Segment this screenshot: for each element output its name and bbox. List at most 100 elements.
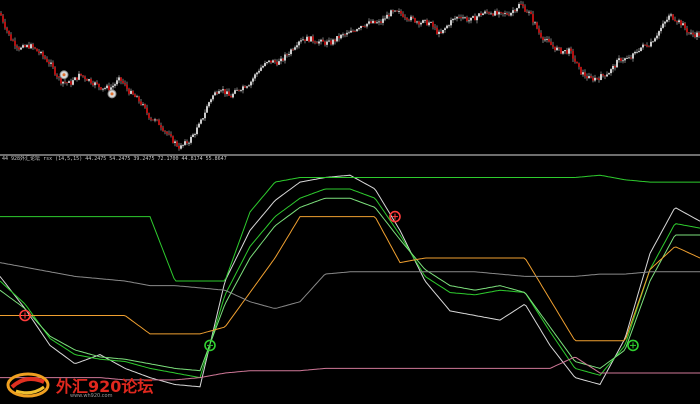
indicator-caption: 44 928外汇论坛 rsx (14,5,15) 44.2475 54.2475… — [2, 156, 227, 162]
candle-body — [120, 77, 122, 81]
candle-body — [134, 94, 136, 98]
candle-body — [524, 6, 526, 12]
candle-body — [236, 89, 238, 91]
candle-body — [624, 58, 626, 61]
candle-body — [658, 31, 660, 36]
candle-body — [304, 39, 306, 41]
candle-body — [234, 90, 236, 94]
candle-body — [0, 12, 2, 16]
candle-body — [442, 29, 444, 34]
candle-body — [414, 18, 416, 23]
candle-body — [82, 75, 84, 77]
candle-body — [52, 62, 54, 68]
candle-body — [528, 11, 530, 13]
candle-body — [170, 134, 172, 137]
candle-body — [496, 10, 498, 15]
candle-body — [164, 130, 166, 132]
candle-body — [618, 58, 620, 61]
candle-body — [590, 76, 592, 78]
candle-body — [256, 72, 258, 75]
candle-body — [72, 80, 74, 85]
candle-body — [78, 73, 80, 80]
candle-body — [584, 72, 586, 77]
candle-body — [640, 47, 642, 51]
candle-body — [652, 41, 654, 43]
candle-body — [186, 141, 188, 144]
candle-body — [680, 20, 682, 26]
candle-body — [96, 82, 98, 84]
candle-body — [260, 67, 262, 71]
candle-body — [646, 45, 648, 47]
candle-body — [688, 32, 690, 34]
candle-body — [352, 30, 354, 32]
candle-body — [408, 19, 410, 21]
candle-body — [198, 123, 200, 128]
candle-body — [382, 18, 384, 23]
indicator-line-5 — [0, 262, 700, 309]
candle-body — [210, 99, 212, 103]
candle-body — [58, 76, 60, 78]
candle-body — [666, 19, 668, 22]
candle-body — [144, 104, 146, 108]
candle-body — [508, 14, 510, 16]
candle-body — [516, 8, 518, 12]
candle-body — [562, 51, 564, 54]
candle-body — [560, 47, 562, 54]
candle-body — [280, 58, 282, 62]
candle-body — [76, 77, 78, 80]
candle-body — [370, 21, 372, 24]
candle-body — [34, 47, 36, 49]
candle-body — [88, 79, 90, 81]
candle-body — [278, 61, 280, 65]
candle-body — [512, 10, 514, 13]
candle-body — [432, 21, 434, 27]
candle-body — [292, 49, 294, 51]
candle-body — [674, 19, 676, 22]
candle-body — [366, 23, 368, 27]
candle-body — [622, 60, 624, 62]
candle-body — [132, 90, 134, 95]
candle-body — [476, 16, 478, 21]
candle-body — [650, 41, 652, 47]
candle-body — [656, 35, 658, 39]
candle-body — [100, 87, 102, 90]
candle-body — [316, 42, 318, 44]
candle-body — [416, 21, 418, 23]
candle-body — [424, 19, 426, 21]
candle-body — [296, 45, 298, 48]
candle-body — [136, 96, 138, 98]
candle-body — [686, 28, 688, 33]
candle-body — [474, 16, 476, 21]
candle-body — [558, 47, 560, 49]
candle-body — [610, 69, 612, 74]
candle-body — [204, 112, 206, 119]
candle-body — [458, 16, 460, 18]
candle-body — [600, 74, 602, 80]
candle-body — [190, 136, 192, 143]
candle-body — [240, 90, 242, 91]
candle-body — [460, 17, 462, 19]
candle-body — [394, 10, 396, 12]
candle-body — [218, 91, 220, 94]
candle-body — [578, 63, 580, 67]
candle-body — [598, 78, 600, 80]
candle-body — [36, 48, 38, 52]
candle-body — [572, 50, 574, 59]
candle-body — [450, 20, 452, 26]
candle-body — [154, 119, 156, 121]
candle-body — [690, 32, 692, 34]
candle-body — [468, 20, 470, 22]
candle-body — [662, 23, 664, 28]
candle-body — [66, 82, 68, 84]
candle-body — [126, 84, 128, 89]
candle-body — [358, 27, 360, 30]
indicator-line-2 — [0, 188, 700, 379]
candle-body — [196, 127, 198, 135]
candle-body — [104, 88, 106, 89]
candle-body — [160, 125, 162, 128]
candle-body — [324, 41, 326, 45]
candle-body — [422, 20, 424, 23]
candle-body — [208, 102, 210, 107]
candle-body — [108, 85, 110, 91]
candle-body — [480, 13, 482, 16]
